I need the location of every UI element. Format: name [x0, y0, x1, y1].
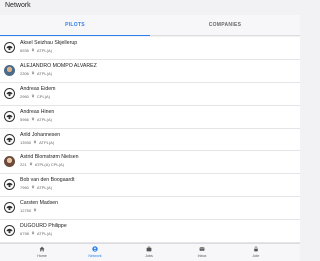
pilot-id: 2960: [20, 93, 29, 99]
pilot-meta: 6935 ATPL(A): [20, 48, 52, 53]
avatar: [4, 225, 15, 237]
pilot-ratings: ATPL(A): [39, 139, 55, 145]
pilot-id: 12750: [20, 208, 32, 214]
pilot-meta: 2306 ATPL(A): [20, 71, 52, 76]
pilot-row[interactable]: Andreas Eidem 2960 CPL(A): [0, 83, 300, 106]
pilot-meta: 13930 ATPL(A): [20, 140, 54, 145]
avatar: [4, 87, 15, 99]
page-title: Network: [5, 2, 31, 9]
pilot-name: Carsten Madsen: [20, 200, 59, 207]
pilot-row[interactable]: Andreas Hinen 5966 ATPL(A): [0, 106, 300, 129]
pilot-ratings: ATPL(A) CPL(A): [34, 162, 64, 168]
pilot-meta: 7960 ATPL(A): [20, 185, 52, 190]
location-pin-icon: [33, 208, 37, 213]
location-pin-icon: [31, 117, 35, 122]
pilot-ratings: ATPL(A): [36, 70, 52, 76]
avatar: [4, 64, 15, 76]
pilot-ratings: CPL(A): [36, 93, 51, 99]
pilot-name: Astrid Blomstrøm Nielsen: [20, 154, 79, 161]
pilot-id: 221: [20, 162, 27, 168]
pilot-name: Andreas Eidem: [20, 85, 56, 92]
nav-home-label: Home: [37, 253, 47, 258]
nav-inbox[interactable]: Inbox: [182, 246, 222, 258]
app-header: Network: [0, 0, 300, 14]
pilot-row[interactable]: DUGOURD Philippe 6798 ATPL(A): [0, 220, 300, 243]
location-pin-icon: [33, 140, 37, 145]
tab-pilots[interactable]: PILOTS: [0, 15, 150, 36]
nav-jobs-label: Jobs: [145, 253, 153, 258]
avatar: [4, 110, 15, 122]
pilot-row[interactable]: Aksel Seizhau Skjellerup 6935 ATPL(A): [0, 37, 300, 60]
briefcase-icon: [146, 246, 152, 252]
active-tab-indicator: [0, 34, 150, 36]
nav-home[interactable]: Home: [22, 246, 62, 258]
pilot-id: 2306: [20, 70, 29, 76]
pilot-name: Aksel Seizhau Skjellerup: [20, 40, 78, 46]
location-pin-icon: [31, 185, 35, 190]
pilot-ratings: ATPL(A): [36, 185, 52, 191]
inbox-icon: [199, 247, 205, 251]
tab-companies[interactable]: COMPANIES: [150, 15, 300, 36]
lock-icon: [254, 246, 258, 252]
pilot-id: 7960: [20, 185, 29, 191]
pilot-meta: 221 ATPL(A) CPL(A): [20, 162, 64, 167]
nav-inbox-label: Inbox: [197, 253, 207, 258]
pilot-id: 6798: [20, 231, 29, 237]
pilot-name: ALEJANDRO MOMPO ALVAREZ: [20, 62, 97, 69]
location-pin-icon: [29, 162, 33, 167]
pilot-name: Andreas Hinen: [20, 108, 55, 115]
pilot-ratings: ATPL(A): [36, 116, 52, 122]
segment-tabs: PILOTS COMPANIES: [0, 15, 300, 36]
pilot-name: Arild Johannesen: [20, 131, 61, 138]
pilot-row[interactable]: Astrid Blomstrøm Nielsen 221 ATPL(A) CPL(A…: [0, 151, 300, 175]
pilot-id: 5966: [20, 116, 29, 122]
pilot-meta: 5966 ATPL(A): [20, 117, 52, 122]
pilot-name: Bob van den Boogaardt: [20, 177, 75, 184]
avatar: [4, 202, 15, 214]
pilot-row[interactable]: Carsten Madsen 12750: [0, 197, 300, 221]
pilot-meta: 12750: [20, 208, 39, 213]
pilot-row[interactable]: ALEJANDRO MOMPO ALVAREZ 2306 ATPL(A): [0, 60, 300, 83]
nav-jobr-label: Jobr: [252, 253, 260, 258]
pilot-id: 6935: [20, 48, 29, 53]
pilot-id: 13930: [20, 139, 32, 145]
avatar: [4, 156, 15, 168]
nav-jobr[interactable]: Jobr: [236, 246, 276, 258]
avatar: [4, 42, 15, 53]
location-pin-icon: [31, 71, 35, 76]
nav-network[interactable]: Network: [75, 246, 115, 258]
bottom-navigation: Home Network Jobs Inbox Jobr: [0, 243, 300, 261]
pilot-ratings: ATPL(A): [36, 48, 52, 53]
pilot-meta: 2960 CPL(A): [20, 94, 50, 99]
pilot-ratings: ATPL(A): [36, 231, 52, 237]
location-pin-icon: [31, 231, 35, 236]
home-icon: [39, 246, 45, 252]
pilot-row[interactable]: Bob van den Boogaardt 7960 ATPL(A): [0, 174, 300, 198]
pilot-name: DUGOURD Philippe: [20, 223, 67, 230]
nav-jobs[interactable]: Jobs: [129, 246, 169, 258]
network-icon: [92, 246, 98, 252]
avatar: [4, 133, 15, 145]
location-pin-icon: [31, 94, 35, 99]
pilot-list[interactable]: Aksel Seizhau Skjellerup 6935 ATPL(A) ALEJA…: [0, 37, 300, 243]
pilot-meta: 6798 ATPL(A): [20, 231, 52, 236]
location-pin-icon: [31, 48, 35, 53]
avatar: [4, 179, 15, 191]
pilot-row[interactable]: Arild Johannesen 13930 ATPL(A): [0, 129, 300, 152]
nav-network-label: Network: [88, 253, 102, 258]
